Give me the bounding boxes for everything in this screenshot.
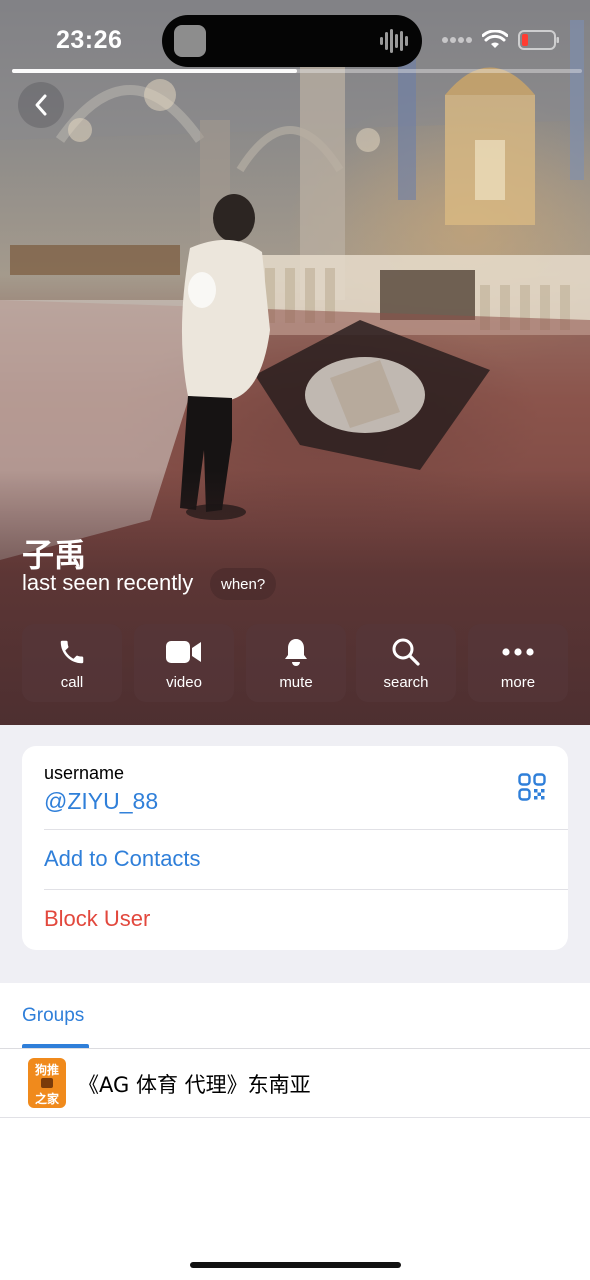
wifi-icon <box>482 30 508 48</box>
add-to-contacts-button[interactable]: Add to Contacts <box>44 846 201 872</box>
photo-progress-track <box>12 69 582 73</box>
divider <box>0 1117 590 1118</box>
home-indicator[interactable] <box>190 1262 401 1268</box>
profile-actions: call video mute search more <box>22 624 568 702</box>
search-button[interactable]: search <box>356 624 456 702</box>
call-label: call <box>60 674 84 691</box>
list-item[interactable]: 狗推 之家 《AG 体育 代理》东南亚 <box>0 1049 590 1117</box>
divider <box>44 889 568 890</box>
last-seen-status: last seen recently <box>22 570 194 595</box>
battery-low-icon <box>518 30 559 50</box>
mute-label: mute <box>279 674 313 691</box>
group-name: 《AG 体育 代理》东南亚 <box>78 1073 311 1097</box>
group-avatar-text-top: 狗推 <box>34 1063 59 1077</box>
status-icons <box>442 28 560 52</box>
mute-button[interactable]: mute <box>246 624 346 702</box>
cellular-dots-icon <box>442 37 472 43</box>
group-avatar-text-bottom: 之家 <box>34 1092 59 1106</box>
photo-progress-fill <box>12 69 297 73</box>
now-playing-app-icon <box>174 25 206 57</box>
video-button[interactable]: video <box>134 624 234 702</box>
more-label: more <box>500 674 536 691</box>
divider <box>44 829 568 830</box>
chevron-left-icon <box>35 94 47 116</box>
phone-icon <box>60 640 84 664</box>
avatar-emblem <box>41 1078 53 1088</box>
status-time: 23:26 <box>56 26 123 54</box>
bell-icon <box>285 639 307 666</box>
more-button[interactable]: more <box>468 624 568 702</box>
username-value[interactable]: @ZIYU_88 <box>44 788 158 815</box>
info-card: username @ZIYU_88 Add to Contacts Block … <box>22 746 568 950</box>
audio-waveform-icon <box>380 29 408 53</box>
search-icon <box>392 638 420 666</box>
more-dots-icon <box>502 648 534 656</box>
profile-photo-header[interactable]: 23:26 子禹 last seen recently when? call v… <box>0 0 590 725</box>
tab-groups[interactable]: Groups <box>22 1005 84 1027</box>
call-button[interactable]: call <box>22 624 122 702</box>
search-label: search <box>383 674 429 691</box>
block-user-button[interactable]: Block User <box>44 906 150 932</box>
video-camera-icon <box>166 641 201 663</box>
video-label: video <box>166 674 202 691</box>
qr-code-icon[interactable] <box>518 773 546 801</box>
group-avatar: 狗推 之家 <box>28 1058 66 1108</box>
when-button[interactable]: when? <box>210 568 277 600</box>
back-button[interactable] <box>18 82 64 128</box>
username-label: username <box>44 763 125 783</box>
dynamic-island[interactable] <box>162 15 422 67</box>
